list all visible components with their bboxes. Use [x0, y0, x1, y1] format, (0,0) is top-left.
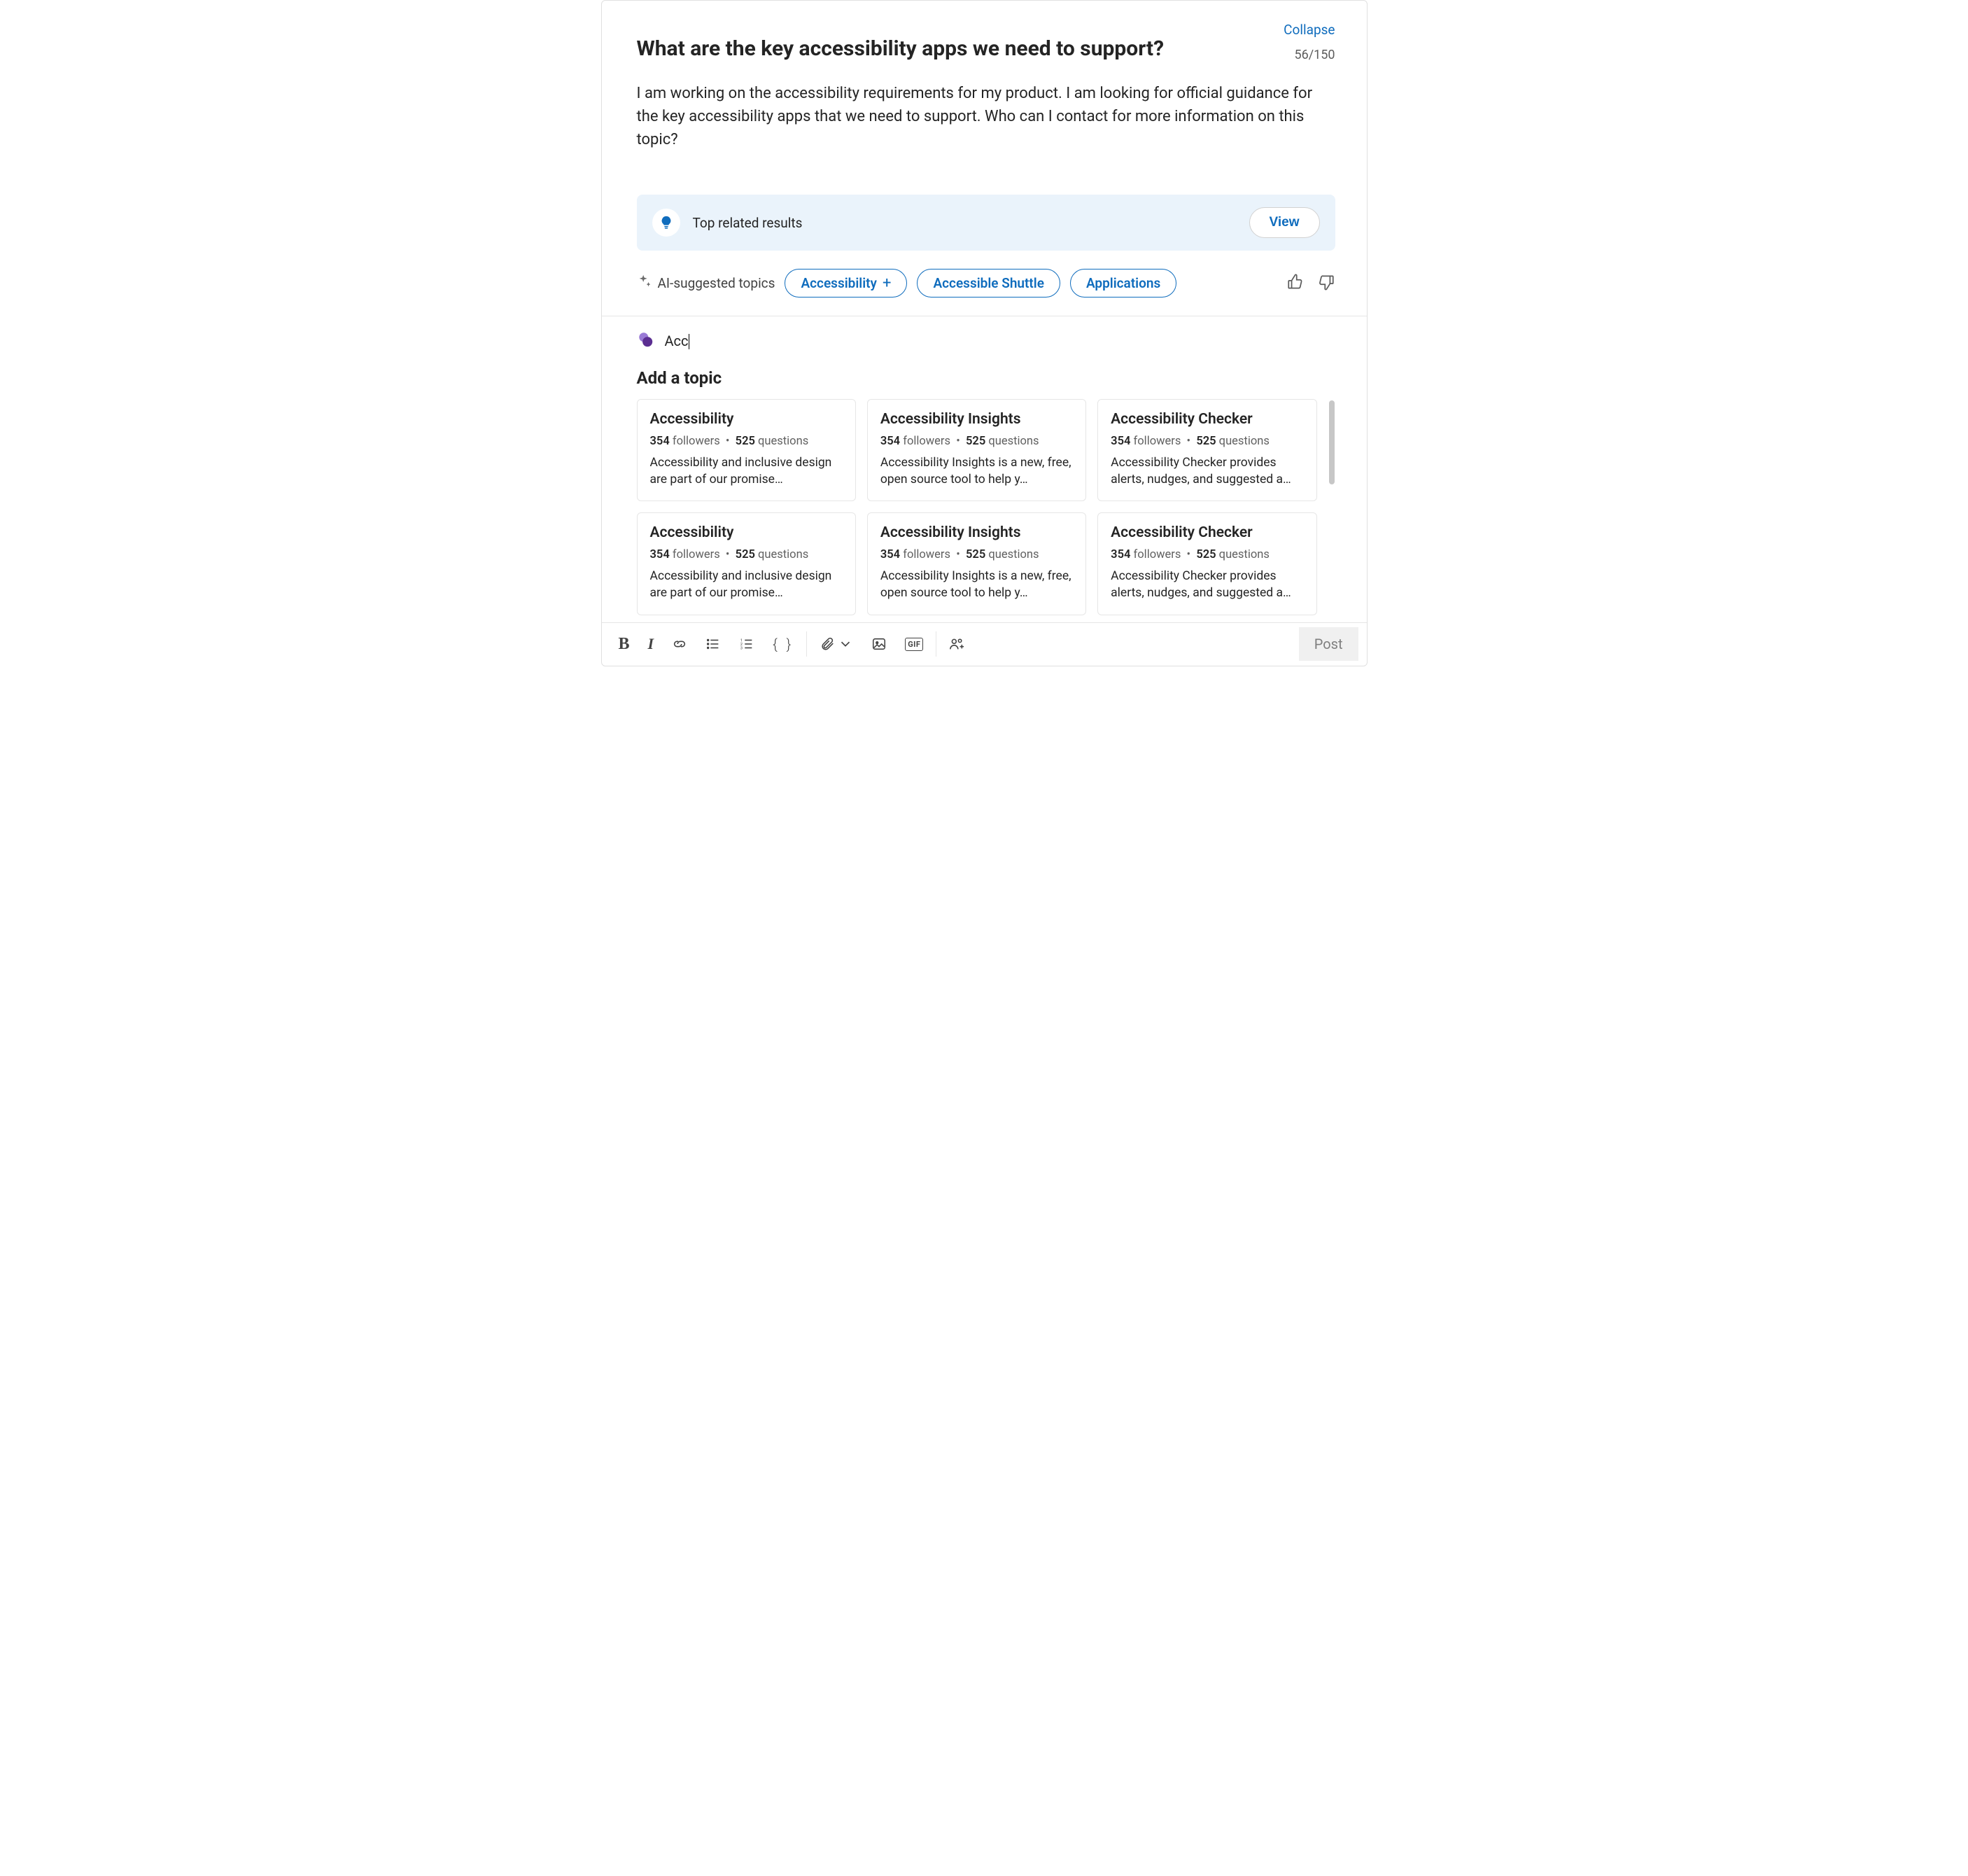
topic-card-description: Accessibility and inclusive design are p… — [650, 455, 843, 488]
italic-button[interactable]: I — [648, 635, 654, 653]
topic-card-title: Accessibility — [650, 524, 843, 541]
code-block-button[interactable]: { } — [773, 636, 794, 652]
ai-topic-chip[interactable]: Accessible Shuttle — [917, 269, 1060, 298]
topic-card-meta: 354 followers • 525 questions — [650, 435, 843, 448]
topic-card-description: Accessibility Insights is a new, free, o… — [880, 568, 1073, 601]
topic-card[interactable]: Accessibility Checker 354 followers • 525… — [1097, 399, 1316, 501]
topic-card[interactable]: Accessibility Insights 354 followers • 52… — [867, 399, 1086, 501]
numbered-list-button[interactable]: 123 — [739, 636, 754, 652]
thumbs-down-icon[interactable] — [1317, 273, 1335, 294]
topic-card[interactable]: Accessibility 354 followers • 525 questio… — [637, 399, 856, 501]
topic-card-meta: 354 followers • 525 questions — [1111, 435, 1303, 448]
ai-suggested-topics-label: AI-suggested topics — [637, 274, 775, 293]
lightbulb-icon — [652, 209, 680, 237]
svg-text:3: 3 — [740, 646, 743, 650]
topic-card-description: Accessibility Checker provides alerts, n… — [1111, 455, 1303, 488]
topic-card[interactable]: Accessibility 354 followers • 525 questio… — [637, 512, 856, 615]
ai-topic-chip-label: Accessibility — [801, 275, 877, 291]
topic-card-title: Accessibility Insights — [880, 524, 1073, 541]
topic-card-meta: 354 followers • 525 questions — [880, 548, 1073, 561]
bulleted-list-button[interactable] — [705, 636, 721, 652]
ai-topic-chip-label: Applications — [1086, 275, 1160, 291]
topic-card-description: Accessibility Checker provides alerts, n… — [1111, 568, 1303, 601]
link-button[interactable] — [672, 636, 687, 652]
add-people-button[interactable] — [949, 636, 964, 652]
topic-card-meta: 354 followers • 525 questions — [650, 548, 843, 561]
question-body[interactable]: I am working on the accessibility requir… — [637, 82, 1335, 151]
related-results-bar: Top related results View — [637, 195, 1335, 251]
topic-cards-scrollbar[interactable] — [1328, 399, 1335, 615]
topic-card[interactable]: Accessibility Checker 354 followers • 525… — [1097, 512, 1316, 615]
editor-toolbar: B I 123 { } GIF — [602, 622, 1367, 666]
topic-card-meta: 354 followers • 525 questions — [880, 435, 1073, 448]
bold-button[interactable]: B — [619, 635, 630, 654]
topic-input-text[interactable]: Acc — [665, 332, 689, 349]
topic-card-title: Accessibility Insights — [880, 411, 1073, 428]
question-title[interactable]: What are the key accessibility apps we n… — [637, 35, 1295, 62]
add-topic-heading: Add a topic — [637, 368, 1335, 388]
topic-hashtag-icon — [637, 330, 655, 351]
character-counter: 56/150 — [1294, 48, 1335, 62]
topic-card[interactable]: Accessibility Insights 354 followers • 52… — [867, 512, 1086, 615]
ai-topic-chip[interactable]: Accessibility + — [785, 269, 907, 298]
topic-card-title: Accessibility — [650, 411, 843, 428]
sparkle-icon — [637, 274, 652, 293]
ai-topic-chip[interactable]: Applications — [1070, 269, 1176, 298]
thumbs-up-icon[interactable] — [1286, 273, 1305, 294]
chevron-down-icon — [838, 636, 853, 652]
view-related-button[interactable]: View — [1249, 207, 1320, 238]
topic-cards-grid: Accessibility 354 followers • 525 questio… — [637, 399, 1317, 615]
compose-window: Collapse What are the key accessibility … — [601, 0, 1368, 666]
plus-icon: + — [883, 276, 891, 291]
post-button[interactable]: Post — [1299, 627, 1358, 661]
image-button[interactable] — [871, 636, 887, 652]
topic-input-row[interactable]: Acc — [637, 330, 1335, 351]
topic-card-meta: 354 followers • 525 questions — [1111, 548, 1303, 561]
related-results-label: Top related results — [693, 215, 1237, 231]
ai-topic-chip-label: Accessible Shuttle — [933, 275, 1044, 291]
attachment-button[interactable] — [820, 636, 853, 652]
topic-card-description: Accessibility and inclusive design are p… — [650, 568, 843, 601]
topic-card-description: Accessibility Insights is a new, free, o… — [880, 455, 1073, 488]
ai-suggested-topics-row: AI-suggested topics Accessibility+Access… — [637, 269, 1335, 298]
gif-button[interactable]: GIF — [905, 638, 923, 651]
topic-card-title: Accessibility Checker — [1111, 524, 1303, 541]
topic-card-title: Accessibility Checker — [1111, 411, 1303, 428]
scrollbar-thumb[interactable] — [1329, 400, 1335, 484]
